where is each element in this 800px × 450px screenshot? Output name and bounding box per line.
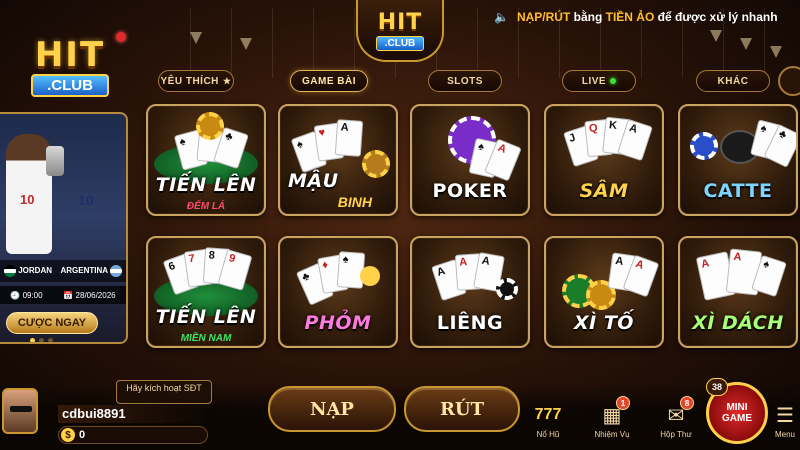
live-dot-icon [610,78,617,84]
team-away: ARGENTINA [60,266,108,276]
game-tile-xi-to[interactable]: A A XÌ TỐ [544,236,664,348]
mail-label: Hộp Thư [660,430,692,439]
pager-dot[interactable] [48,338,53,342]
mini-game-label-2: GAME [722,413,752,424]
game-art: 6 7 8 9 [148,244,264,316]
withdraw-button[interactable]: RÚT [404,386,520,432]
tab-card-games[interactable]: GAME BÀI [290,70,368,92]
game-title: PHỎM [304,312,372,334]
jordan-flag-icon [4,265,16,277]
tab-favorites[interactable]: YÊU THÍCH ★ [158,70,234,92]
game-title: MẬU [288,170,339,192]
tab-label: GAME BÀI [302,75,356,87]
menu-button[interactable]: ☰ Menu [770,402,800,448]
game-tile-sam[interactable]: J Q K A SÂM [544,104,664,216]
brand-logo-club: .CLUB [31,74,109,97]
jackpot-button[interactable]: 777 Nổ Hũ [526,402,570,448]
tab-label: KHÁC [717,75,749,87]
game-art: A A [546,244,662,314]
bet-now-button[interactable]: CƯỢC NGAY [6,312,98,334]
match-time: 09:00 [22,290,43,300]
coin-icon: $ [61,428,75,442]
game-tile-phom[interactable]: ♣ ♦ ♠ PHỎM [278,236,398,348]
team-home: JORDAN [18,266,53,276]
game-title: XÌ DÁCH [692,312,784,334]
game-art: J Q K A [546,112,662,182]
center-logo-hit: HIT [377,9,423,35]
game-title: TIẾN LÊN [155,174,257,196]
game-tile-catte[interactable]: ♠ ♣ CATTE [678,104,798,216]
menu-label: Menu [774,430,795,439]
game-title: XÌ TỐ [574,312,634,334]
deposit-button[interactable]: NẠP [268,386,396,432]
balance-field: $ 0 [58,426,208,444]
notice-highlight: TIỀN ẢO [605,10,655,24]
game-tile-poker[interactable]: ♠ A POKER [410,104,530,216]
game-tile-tien-len-dem-la[interactable]: ♠ ♥ ♣ TIẾN LÊN ĐẾM LÁ [146,104,266,216]
mini-game-badge: 38 [706,378,728,396]
notice-suffix: để được xử lý nhanh [654,10,778,24]
mission-badge: 1 [616,396,630,410]
tab-slots[interactable]: SLOTS [428,70,502,92]
match-meta: 🕘 09:00 📅 28/06/2026 [0,286,126,304]
balance-amount: 0 [79,429,86,441]
game-title: SÂM [579,180,629,202]
game-art: ♠ ♥ ♣ [148,112,264,184]
deposit-label: NẠP [310,398,354,420]
game-art: ♠ A [412,112,528,182]
game-title: POKER [432,180,508,202]
jackpot-label: Nổ Hũ [536,430,560,439]
player-image-right [62,128,112,256]
game-subtitle: BINH [337,194,372,210]
promo-pager [30,338,53,342]
tab-label: SLOTS [447,75,483,87]
game-title: TIẾN LÊN [155,306,257,328]
brand-logo: HIT .CLUB [14,32,126,106]
tab-label: YÊU THÍCH [160,75,219,87]
match-date: 28/06/2026 [75,290,116,300]
tab-live[interactable]: LIVE [562,70,636,92]
activate-phone-button[interactable]: Hãy kích hoạt SĐT [116,380,212,404]
match-teams: JORDAN ARGENTINA [0,260,126,282]
username: cdbui8891 [58,405,208,423]
tab-other[interactable]: KHÁC [696,70,770,92]
mission-button[interactable]: ▦ 1 Nhiệm Vụ [590,396,634,448]
ornament-icon [116,32,126,42]
mailbox-button[interactable]: ✉ 8 Hộp Thư [654,396,698,448]
game-tile-xi-dach[interactable]: A A ♠ XÌ DÁCH [678,236,798,348]
game-subtitle: MIỀN NAM [180,333,232,344]
jackpot-icon: 777 [534,406,562,423]
pager-dot[interactable] [39,338,44,342]
argentina-flag-icon [110,265,122,277]
game-tile-tien-len-mien-nam[interactable]: 6 7 8 9 TIẾN LÊN MIỀN NAM [146,236,266,348]
brand-logo-hit: HIT [34,35,106,75]
mini-game-label-1: MINI [726,402,748,413]
notice-prefix: NẠP/RÚT [516,10,571,24]
tab-label: LIVE [581,75,607,87]
game-subtitle: ĐẾM LÁ [186,201,226,212]
mission-label: Nhiệm Vụ [594,430,630,439]
avatar[interactable] [2,388,38,434]
mail-badge: 8 [680,396,694,410]
match-promo-card[interactable]: JORDAN ARGENTINA 🕘 09:00 📅 28/06/2026 CƯ… [0,112,128,344]
game-art: ♠ ♣ [680,112,796,182]
notice-ticker: 🔈 NẠP/RÚT bằng TIỀN ẢO để được xử lý nha… [494,7,800,27]
game-art: A A ♠ [680,244,796,314]
withdraw-label: RÚT [439,398,485,420]
game-tile-lieng[interactable]: A A A LIÊNG [410,236,530,348]
game-art: A A A [412,244,528,314]
game-tile-mau-binh[interactable]: ♠ ♥ A MẬU BINH [278,104,398,216]
side-tab-edge[interactable] [778,66,800,96]
center-logo: HIT .CLUB [356,0,444,62]
pager-dot[interactable] [30,338,35,342]
game-title: LIÊNG [436,312,504,334]
notice-mid: bằng [570,10,606,24]
game-art: ♣ ♦ ♠ [280,244,396,314]
star-icon: ★ [222,75,232,86]
speaker-icon: 🔈 [494,10,509,24]
game-title: CATTE [703,180,773,202]
center-logo-club: .CLUB [375,35,425,51]
menu-icon: ☰ [776,404,794,427]
